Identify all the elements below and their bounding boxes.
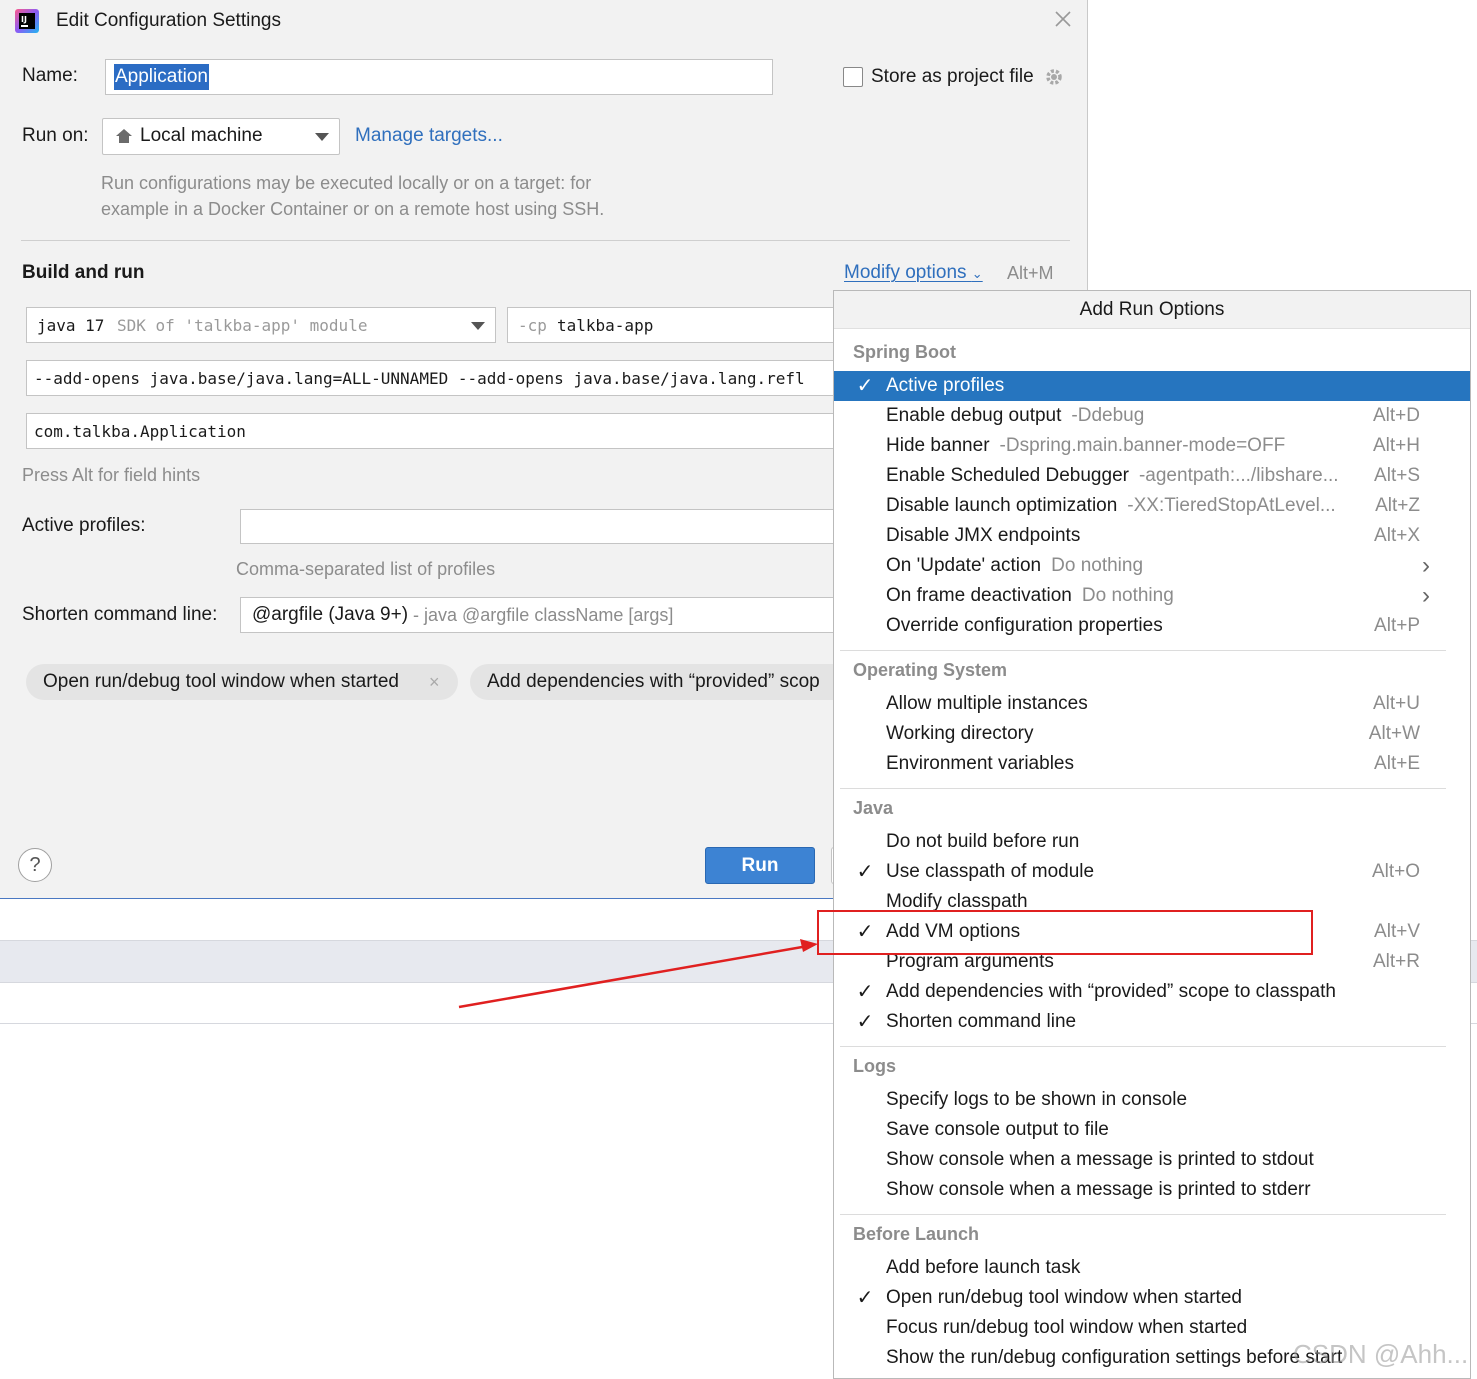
watermark: CSDN @Ahh... xyxy=(1293,1339,1469,1369)
annotation-arrow-icon xyxy=(458,939,818,1009)
